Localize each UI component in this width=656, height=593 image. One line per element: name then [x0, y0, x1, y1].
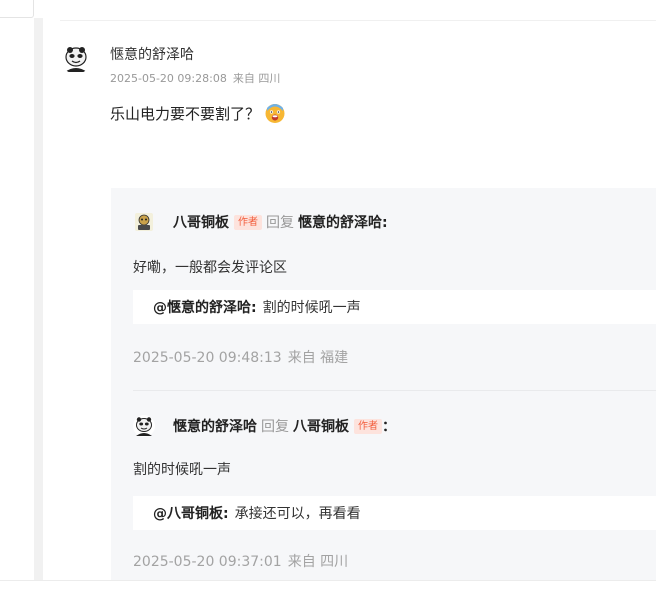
reply-location: 来自 福建 [287, 350, 349, 366]
quoted-comment: @八哥铜板: 承接还可以，再看看 [133, 496, 656, 530]
panda-meme-avatar-icon [61, 44, 91, 74]
divider [60, 20, 656, 21]
reply-author[interactable]: 八哥铜板 [173, 212, 229, 232]
scared-face-emoji-icon [265, 104, 285, 123]
reply-header: 八哥铜板 作者 回复 惬意的舒泽哈: [173, 212, 388, 232]
comment-body: 乐山电力要不要割了？ [110, 102, 286, 124]
reply-timestamp: 2025-05-20 09:37:01 [133, 554, 282, 570]
quote-text: 承接还可以，再看看 [234, 506, 361, 522]
comment-thread: 惬意的舒泽哈 2025-05-20 09:28:08 来自 四川 乐山电力要不要割… [0, 0, 656, 593]
comment-text: 乐山电力要不要割了？ [110, 104, 261, 123]
reply-label: 回复 [261, 419, 289, 435]
reply-header: 惬意的舒泽哈 回复 八哥铜板 作者 ： [173, 416, 396, 436]
comment-location: 来自 四川 [232, 72, 281, 85]
comment-timestamp: 2025-05-20 09:28:08 [110, 72, 227, 85]
reply-author[interactable]: 惬意的舒泽哈 [173, 416, 257, 436]
comment-username[interactable]: 惬意的舒泽哈 [110, 44, 194, 64]
quote-user[interactable]: @惬意的舒泽哈: [153, 297, 257, 317]
reply-location: 来自 四川 [287, 554, 349, 570]
author-badge: 作者 [234, 214, 262, 230]
reply-label: 回复 [266, 215, 294, 231]
author-avatar-icon[interactable] [133, 211, 155, 233]
avatar[interactable] [61, 44, 91, 74]
panda-meme-avatar-icon[interactable] [133, 415, 155, 437]
divider [0, 580, 656, 581]
reply-meta: 2025-05-20 09:48:13 来自 福建 [133, 347, 348, 367]
reply-timestamp: 2025-05-20 09:48:13 [133, 350, 282, 366]
quoted-comment: @惬意的舒泽哈: 割的时候吼一声 [133, 290, 656, 324]
reply-target[interactable]: 惬意的舒泽哈: [298, 212, 388, 232]
quote-user[interactable]: @八哥铜板: [153, 503, 229, 523]
divider [133, 390, 656, 391]
left-gutter [34, 18, 43, 580]
reply-meta: 2025-05-20 09:37:01 来自 四川 [133, 551, 348, 571]
quote-text: 割的时候吼一声 [262, 300, 361, 316]
reply-colon: ： [382, 419, 396, 435]
comment-meta: 2025-05-20 09:28:08 来自 四川 [110, 70, 280, 86]
reply-text: 割的时候吼一声 [133, 462, 231, 478]
reply-text: 好嘞，一般都会发评论区 [133, 260, 287, 276]
partial-card-corner [0, 0, 34, 18]
reply-target[interactable]: 八哥铜板 [293, 416, 349, 436]
author-badge: 作者 [354, 418, 382, 434]
